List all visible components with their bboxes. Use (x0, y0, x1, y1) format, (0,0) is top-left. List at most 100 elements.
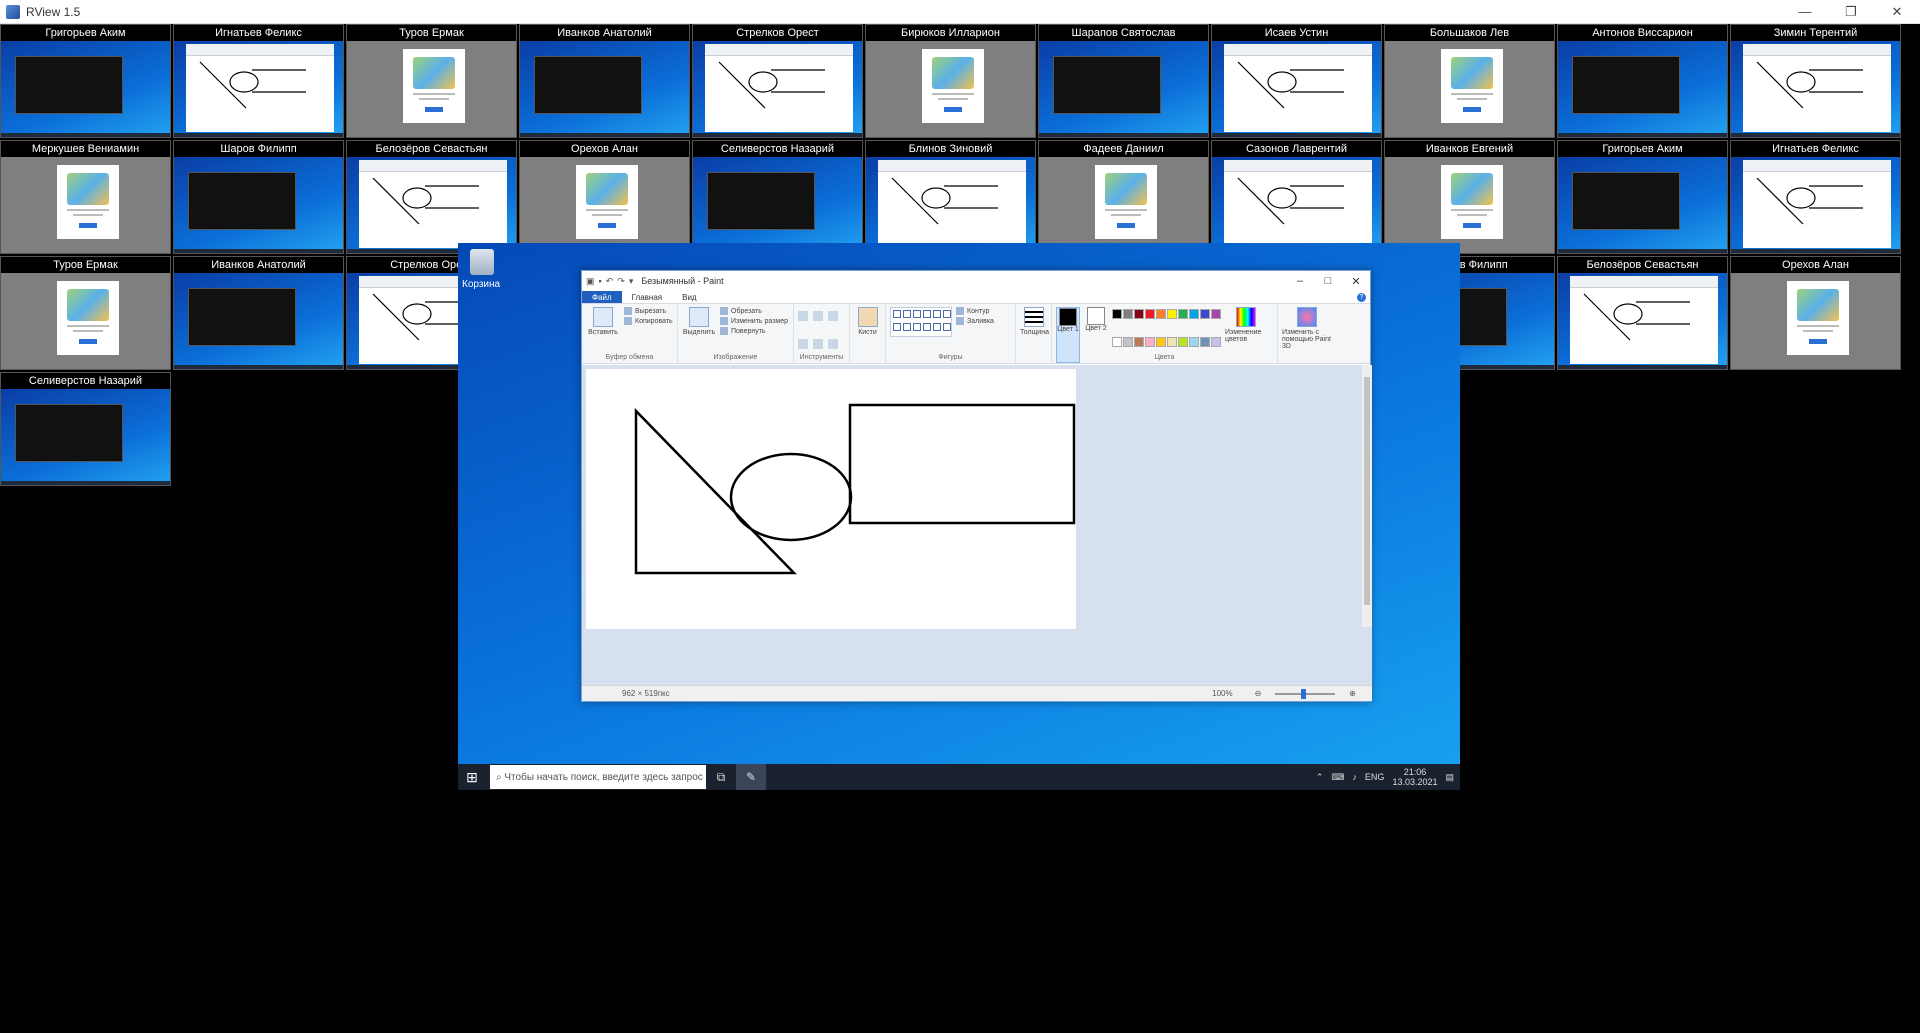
volume-icon[interactable]: ♪ (1352, 772, 1357, 782)
triangle-shape-icon[interactable] (893, 322, 901, 331)
line-shape-icon[interactable] (893, 310, 901, 318)
palette-color-swatch[interactable] (1123, 309, 1133, 319)
palette-color-swatch[interactable] (1200, 336, 1210, 347)
zoom-slider[interactable] (1275, 688, 1336, 699)
palette-color-swatch[interactable] (1156, 336, 1166, 347)
hexagon-shape-icon[interactable] (933, 322, 941, 331)
client-tile[interactable]: Стрелков Орест (692, 24, 863, 138)
resize-button[interactable]: Изменить размер (720, 317, 788, 325)
palette-color-swatch[interactable] (1134, 336, 1144, 347)
client-tile[interactable]: Селиверстов Назарий (692, 140, 863, 254)
task-view-icon[interactable]: ⧉ (706, 764, 736, 790)
palette-color-swatch[interactable] (1123, 336, 1133, 347)
client-tile[interactable]: Сазонов Лаврентий (1211, 140, 1382, 254)
arrow-shape-icon[interactable] (943, 322, 951, 331)
client-tile[interactable]: Шаров Филипп (173, 140, 344, 254)
paint-taskbar-icon[interactable]: ✎ (736, 764, 766, 790)
zoom-slider-thumb[interactable] (1301, 688, 1307, 699)
copy-button[interactable]: Копировать (624, 317, 673, 325)
client-tile[interactable]: Григорьев Аким (0, 24, 171, 138)
palette-color-swatch[interactable] (1189, 336, 1199, 347)
vertical-scrollbar[interactable] (1362, 365, 1372, 627)
help-icon[interactable]: ? (1357, 292, 1366, 302)
client-tile[interactable]: Меркушев Вениамин (0, 140, 171, 254)
crop-button[interactable]: Обрезать (720, 307, 788, 315)
palette-color-swatch[interactable] (1112, 336, 1122, 347)
client-tile[interactable]: Туров Ермак (0, 256, 171, 370)
notifications-icon[interactable]: ▤ (1445, 772, 1454, 783)
client-tile[interactable]: Исаев Устин (1211, 24, 1382, 138)
start-button[interactable]: ⊞ (458, 764, 486, 790)
palette-color-swatch[interactable] (1211, 309, 1221, 319)
client-tile[interactable]: Бирюков Илларион (865, 24, 1036, 138)
client-tile[interactable]: Шарапов Святослав (1038, 24, 1209, 138)
redo-icon[interactable]: ↷ (617, 276, 625, 287)
palette-color-swatch[interactable] (1112, 309, 1122, 319)
tray-chevron-icon[interactable]: ⌃ (1316, 772, 1324, 783)
client-tile[interactable]: Орехов Алан (1730, 256, 1901, 370)
color-picker-icon[interactable] (813, 338, 823, 349)
client-tile[interactable]: Фадеев Даниил (1038, 140, 1209, 254)
paint-canvas[interactable] (586, 369, 1076, 629)
thickness-button[interactable]: Толщина (1020, 307, 1049, 363)
paint-window[interactable]: ▣ ▪ ↶ ↷ ▾ Безымянный - Paint – □ ✕ Файл … (581, 270, 1372, 702)
zoom-in-icon[interactable]: ⊕ (1341, 689, 1364, 698)
diamond-shape-icon[interactable] (913, 322, 921, 331)
paint-maximize-button[interactable]: □ (1314, 275, 1342, 288)
tab-home[interactable]: Главная (622, 291, 672, 303)
customize-dropdown-icon[interactable]: ▾ (629, 276, 634, 287)
client-tile[interactable]: Туров Ермак (346, 24, 517, 138)
text-icon[interactable] (828, 311, 838, 321)
pentagon-shape-icon[interactable] (923, 322, 931, 331)
right-triangle-shape-icon[interactable] (903, 322, 911, 331)
palette-color-swatch[interactable] (1178, 336, 1188, 347)
palette-color-swatch[interactable] (1145, 309, 1155, 319)
palette-color-swatch[interactable] (1178, 309, 1188, 319)
fill-dropdown[interactable]: Заливка (956, 317, 994, 325)
save-icon[interactable]: ▪ (599, 276, 602, 287)
palette-color-swatch[interactable] (1211, 336, 1221, 347)
network-icon[interactable]: ⌨ (1331, 772, 1344, 783)
magnifier-icon[interactable] (828, 338, 838, 349)
client-tile[interactable]: Иванков Анатолий (519, 24, 690, 138)
client-tile[interactable]: Орехов Алан (519, 140, 690, 254)
palette-color-swatch[interactable] (1145, 336, 1155, 347)
client-tile[interactable]: Большаков Лев (1384, 24, 1555, 138)
eraser-icon[interactable] (798, 338, 808, 349)
client-tile[interactable]: Игнатьев Феликс (1730, 140, 1901, 254)
curve-shape-icon[interactable] (903, 310, 911, 318)
client-tile[interactable]: Антонов Виссарион (1557, 24, 1728, 138)
client-tile[interactable]: Белозёров Севастьян (1557, 256, 1728, 370)
zoom-out-icon[interactable]: ⊖ (1247, 689, 1270, 698)
client-tile[interactable]: Иванков Анатолий (173, 256, 344, 370)
language-indicator[interactable]: ENG (1365, 772, 1385, 782)
rectangle-shape-icon[interactable] (923, 310, 931, 318)
tab-view[interactable]: Вид (672, 291, 706, 303)
scrollbar-thumb[interactable] (1364, 377, 1370, 605)
pencil-icon[interactable] (798, 311, 808, 321)
oval-shape-icon[interactable] (913, 310, 921, 318)
palette-color-swatch[interactable] (1189, 309, 1199, 319)
tab-file[interactable]: Файл (582, 291, 622, 303)
palette-color-swatch[interactable] (1167, 336, 1177, 347)
palette-color-swatch[interactable] (1167, 309, 1177, 319)
client-tile[interactable]: Белозёров Севастьян (346, 140, 517, 254)
client-tile[interactable]: Селиверстов Назарий (0, 372, 171, 486)
polygon-shape-icon[interactable] (943, 310, 951, 318)
remote-desktop-view[interactable]: Корзина ▣ ▪ ↶ ↷ ▾ Безымянный - Paint – □… (458, 243, 1460, 790)
minimize-button[interactable]: — (1782, 0, 1828, 24)
paint-minimize-button[interactable]: – (1286, 275, 1314, 288)
brushes-button[interactable]: Кисти (854, 307, 881, 363)
fill-bucket-icon[interactable] (813, 311, 823, 321)
cut-button[interactable]: Вырезать (624, 307, 673, 315)
paint3d-button[interactable]: Изменить с помощью Paint 3D (1282, 307, 1332, 363)
client-tile[interactable]: Иванков Евгений (1384, 140, 1555, 254)
outline-dropdown[interactable]: Контур (956, 307, 994, 315)
client-tile[interactable]: Зимин Терентий (1730, 24, 1901, 138)
rotate-button[interactable]: Повернуть (720, 327, 788, 335)
palette-color-swatch[interactable] (1156, 309, 1166, 319)
palette-color-swatch[interactable] (1134, 309, 1144, 319)
undo-icon[interactable]: ↶ (606, 276, 614, 287)
shapes-gallery[interactable] (890, 307, 952, 337)
clock[interactable]: 21:06 13.03.2021 (1392, 767, 1437, 787)
